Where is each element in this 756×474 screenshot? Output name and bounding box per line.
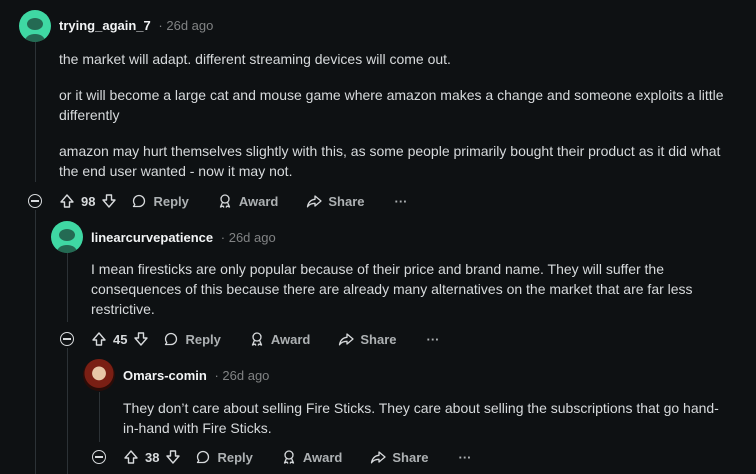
meta-separator: · xyxy=(220,230,226,245)
reply-label: Reply xyxy=(153,193,189,209)
award-icon xyxy=(251,332,263,346)
downvote-button[interactable] xyxy=(133,331,149,347)
avatar[interactable] xyxy=(83,359,115,391)
share-label: Share xyxy=(328,193,365,209)
comment-body: I mean firesticks are only popular becau… xyxy=(91,259,731,319)
downvote-icon xyxy=(102,194,117,208)
award-label: Award xyxy=(270,331,311,347)
award-button[interactable]: Award xyxy=(281,449,343,465)
reply-label: Reply xyxy=(185,331,221,347)
thread-line[interactable] xyxy=(99,392,100,442)
comment-actions: 45 Reply Award Share ··· xyxy=(91,329,440,349)
timestamp[interactable]: 26d ago xyxy=(222,368,269,383)
award-label: Award xyxy=(238,193,279,209)
award-icon xyxy=(283,450,295,464)
avatar[interactable] xyxy=(51,221,83,253)
meta-separator: · xyxy=(158,18,163,33)
comment-paragraph: I mean firesticks are only popular becau… xyxy=(91,261,693,317)
award-button[interactable]: Award xyxy=(249,331,311,347)
upvote-button[interactable]: 38 xyxy=(123,449,159,465)
meta-separator: · xyxy=(214,368,219,383)
share-button[interactable]: Share xyxy=(370,449,429,465)
reply-button[interactable]: Reply xyxy=(163,331,221,347)
comment-actions: 38 Reply Award Share ··· xyxy=(123,447,472,467)
downvote-button[interactable] xyxy=(101,193,117,209)
thread-line[interactable] xyxy=(35,42,36,182)
reply-label: Reply xyxy=(217,449,253,465)
downvote-icon xyxy=(134,332,149,346)
downvote-button[interactable] xyxy=(165,449,181,465)
comment-body: the market will adapt. different streami… xyxy=(59,49,729,181)
comment-meta: Omars-comin · 26d ago xyxy=(123,368,269,383)
thread-line[interactable] xyxy=(35,210,36,474)
award-label: Award xyxy=(302,449,343,465)
share-icon xyxy=(339,333,355,346)
award-button[interactable]: Award xyxy=(217,193,279,209)
more-options-button[interactable]: ··· xyxy=(427,332,440,347)
comment-body: They don’t care about selling Fire Stick… xyxy=(123,398,733,438)
downvote-icon xyxy=(166,450,181,464)
comment-bubble-icon xyxy=(197,450,210,464)
timestamp[interactable]: 26d ago xyxy=(229,230,276,245)
share-button[interactable]: Share xyxy=(306,193,365,209)
more-options-icon: ··· xyxy=(458,449,472,465)
reply-button[interactable]: Reply xyxy=(195,449,253,465)
share-label: Share xyxy=(360,331,397,347)
avatar[interactable] xyxy=(19,10,51,42)
collapse-thread-button[interactable] xyxy=(60,332,74,346)
comment-paragraph: amazon may hurt themselves slightly with… xyxy=(59,143,721,179)
collapse-thread-button[interactable] xyxy=(92,450,106,464)
more-options-button[interactable]: ··· xyxy=(395,194,408,209)
vote-count: 98 xyxy=(81,193,96,209)
comment-actions: 98 Reply Award Share ··· xyxy=(59,191,408,211)
vote-count: 38 xyxy=(145,449,160,465)
more-options-icon: ··· xyxy=(426,331,440,347)
comment-paragraph: or it will become a large cat and mouse … xyxy=(59,87,724,123)
thread-line[interactable] xyxy=(67,348,68,474)
upvote-button[interactable]: 98 xyxy=(59,193,95,209)
share-button[interactable]: Share xyxy=(338,331,397,347)
upvote-button[interactable]: 45 xyxy=(91,331,127,347)
more-options-button[interactable]: ··· xyxy=(459,450,472,465)
username[interactable]: linearcurvepatience xyxy=(91,230,213,245)
comment-paragraph: the market will adapt. different streami… xyxy=(59,51,451,67)
upvote-icon xyxy=(60,194,74,208)
comment-bubble-icon xyxy=(165,332,178,346)
reply-button[interactable]: Reply xyxy=(131,193,189,209)
vote-count: 45 xyxy=(113,331,128,347)
award-icon xyxy=(219,194,231,208)
share-label: Share xyxy=(392,449,429,465)
username[interactable]: Omars-comin xyxy=(123,368,207,383)
share-icon xyxy=(371,451,387,464)
comment-bubble-icon xyxy=(133,194,146,208)
share-icon xyxy=(307,195,323,208)
more-options-icon: ··· xyxy=(394,193,408,209)
comment-meta: trying_again_7 · 26d ago xyxy=(59,18,213,33)
username[interactable]: trying_again_7 xyxy=(59,18,151,33)
comment-paragraph: They don’t care about selling Fire Stick… xyxy=(123,400,719,436)
timestamp[interactable]: 26d ago xyxy=(166,18,213,33)
upvote-icon xyxy=(124,450,138,464)
collapse-thread-button[interactable] xyxy=(28,194,42,208)
thread-line[interactable] xyxy=(67,252,68,322)
upvote-icon xyxy=(92,332,106,346)
comment-meta: linearcurvepatience · 26d ago xyxy=(91,230,276,245)
